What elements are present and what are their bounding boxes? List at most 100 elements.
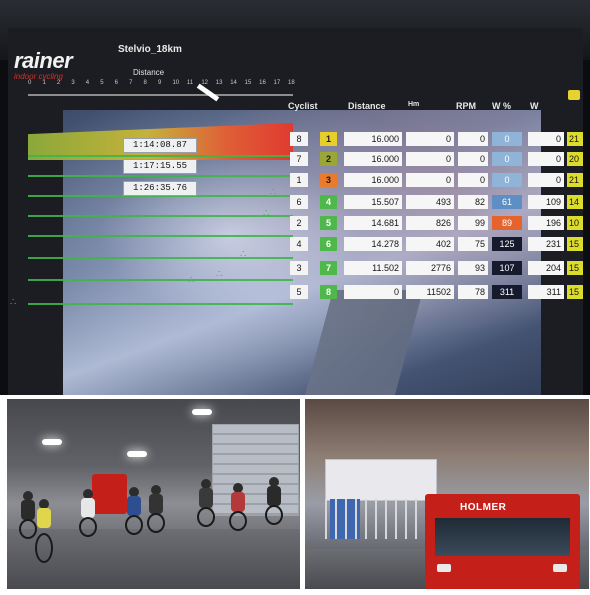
cell-rpm: 99 <box>458 216 488 230</box>
cell-hm: 0 <box>406 152 454 166</box>
lane-line <box>28 155 293 157</box>
cell-position: 4 <box>290 237 308 251</box>
cell-distance: 16.000 <box>344 152 402 166</box>
scale-tick-label: 14 <box>230 80 237 86</box>
bike-icon <box>197 507 215 527</box>
fire-truck: HOLMER <box>425 494 580 589</box>
garage-door <box>212 424 299 516</box>
bike-icon <box>265 505 283 525</box>
scale-tick-label: 18 <box>288 80 295 86</box>
cell-cyclist: 8 <box>320 285 337 299</box>
rider-body <box>81 498 95 518</box>
cell-rpm: 0 <box>458 132 488 146</box>
cell-w-pct: 61 <box>492 195 522 209</box>
bike-marker-icon: ∴ <box>240 249 247 260</box>
cell-distance: 16.000 <box>344 132 402 146</box>
scale-tick-label: 16 <box>259 80 266 86</box>
column-header-hm: Hm <box>408 101 420 108</box>
bike-marker-icon: ∴ <box>270 187 277 198</box>
rider <box>35 499 57 569</box>
scale-tick-label: 17 <box>273 80 281 86</box>
scale-tick-label: 11 <box>186 80 194 86</box>
cell-wkg: 10 <box>567 216 583 230</box>
column-header-rpm: RPM <box>456 101 476 111</box>
cell-distance: 15.507 <box>344 195 402 209</box>
finish-time-1: 1:14:08.87 <box>123 138 197 153</box>
screen-photo: rainer indoor cycling Stelvio_18km Dista… <box>0 0 590 395</box>
rider <box>79 489 97 549</box>
scale-tick-label: 5 <box>100 80 104 86</box>
cell-cyclist: 4 <box>320 195 337 209</box>
cell-w: 231 <box>528 237 564 251</box>
photo-riders-hall <box>7 399 300 589</box>
scale-tick-label: 9 <box>158 80 162 86</box>
distance-scale-bar <box>28 94 293 96</box>
rider <box>147 485 165 533</box>
course-name: Stelvio_18km <box>118 44 182 55</box>
bike-icon <box>79 517 97 537</box>
mezzanine <box>325 459 437 501</box>
cell-hm: 826 <box>406 216 454 230</box>
cell-cyclist: 3 <box>320 173 337 187</box>
cell-wkg: 21 <box>567 132 583 146</box>
rider-body <box>267 486 281 506</box>
railing <box>325 499 435 539</box>
lane-line <box>28 279 293 281</box>
truck-windshield <box>435 518 570 556</box>
cell-position: 3 <box>290 261 308 275</box>
rider <box>229 483 247 531</box>
cell-hm: 11502 <box>406 285 454 299</box>
cell-w: 0 <box>528 132 564 146</box>
cell-rpm: 78 <box>458 285 488 299</box>
column-header-cyclist: Cyclist <box>288 101 318 111</box>
bike-icon <box>125 515 143 535</box>
brand-logo: rainer <box>14 48 73 73</box>
rider <box>197 479 215 527</box>
cell-hm: 493 <box>406 195 454 209</box>
cell-w: 196 <box>528 216 564 230</box>
scale-tick-label: 0 <box>28 80 32 86</box>
finish-time-2: 1:17:15.55 <box>123 159 197 174</box>
wkg-icon <box>568 90 580 100</box>
cell-wkg: 21 <box>567 173 583 187</box>
ceiling-light <box>192 409 212 415</box>
trainer-app-window: rainer indoor cycling Stelvio_18km Dista… <box>8 28 583 395</box>
cell-rpm: 0 <box>458 173 488 187</box>
video-road <box>292 290 424 395</box>
cell-wkg: 14 <box>567 195 583 209</box>
scale-tick-label: 7 <box>129 80 133 86</box>
cell-w-pct: 0 <box>492 132 522 146</box>
cell-rpm: 82 <box>458 195 488 209</box>
lane-line <box>28 175 293 177</box>
bike-marker-icon: ∴ <box>188 275 195 286</box>
bike-icon <box>229 511 247 531</box>
cell-rpm: 75 <box>458 237 488 251</box>
cell-distance: 16.000 <box>344 173 402 187</box>
fire-truck <box>92 474 127 514</box>
column-header-distance: Distance <box>348 101 386 111</box>
cell-w: 109 <box>528 195 564 209</box>
ceiling-light <box>42 439 62 445</box>
cell-distance: 14.681 <box>344 216 402 230</box>
bike-icon <box>147 513 165 533</box>
cell-distance: 14.278 <box>344 237 402 251</box>
bike-icon <box>35 533 53 563</box>
rider <box>265 477 283 525</box>
rider-body <box>231 492 245 512</box>
cell-hm: 2776 <box>406 261 454 275</box>
cell-rpm: 0 <box>458 152 488 166</box>
cell-position: 6 <box>290 195 308 209</box>
cell-cyclist: 6 <box>320 237 337 251</box>
cell-cyclist: 1 <box>320 132 337 146</box>
rider-body <box>127 496 141 516</box>
rider-body <box>199 488 213 508</box>
cell-wkg: 20 <box>567 152 583 166</box>
cell-w-pct: 125 <box>492 237 522 251</box>
scale-tick-label: 2 <box>56 80 61 86</box>
cell-wkg: 15 <box>567 261 583 275</box>
scale-tick-label: 13 <box>215 80 223 86</box>
rider-body <box>21 500 35 520</box>
cell-w: 0 <box>528 152 564 166</box>
bike-marker-icon: ∴ <box>263 208 270 219</box>
finish-time-3: 1:26:35.76 <box>123 181 197 196</box>
